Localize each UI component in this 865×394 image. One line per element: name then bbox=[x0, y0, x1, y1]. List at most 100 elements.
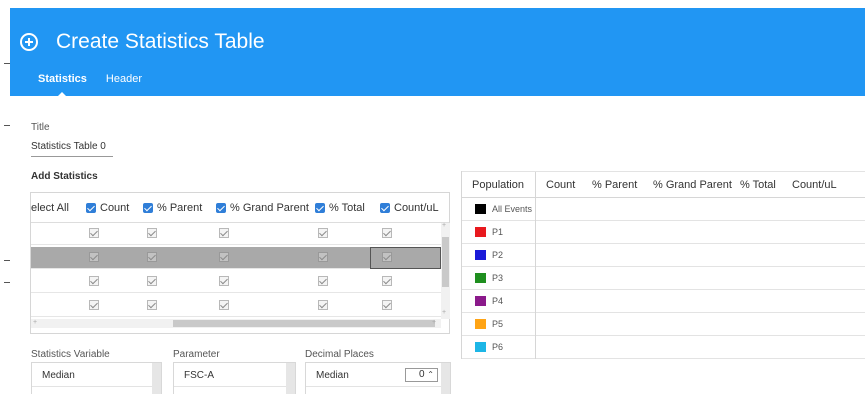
decimal-places-stepper[interactable]: 0 ⌃ bbox=[405, 368, 438, 382]
column-divider bbox=[535, 198, 536, 221]
title-input[interactable]: Statistics Table 0 bbox=[31, 141, 106, 152]
row-checkbox[interactable] bbox=[147, 228, 157, 238]
list-scrollbar[interactable] bbox=[152, 363, 161, 394]
row-checkbox[interactable] bbox=[89, 252, 99, 262]
population-color-swatch bbox=[475, 273, 486, 283]
list-item[interactable]: FSC-A bbox=[184, 370, 214, 381]
population-name: P4 bbox=[492, 296, 504, 306]
row-checkbox[interactable] bbox=[318, 300, 328, 310]
count-per-ul-column-header: Count/uL bbox=[792, 179, 837, 191]
plus-circle-icon bbox=[20, 33, 38, 51]
row-checkbox[interactable] bbox=[89, 300, 99, 310]
table-row[interactable] bbox=[31, 247, 441, 269]
scroll-right-icon[interactable]: + bbox=[432, 319, 436, 326]
row-checkbox[interactable] bbox=[219, 228, 229, 238]
column-divider bbox=[535, 336, 536, 359]
table-row: P5 bbox=[462, 313, 865, 336]
grid-header-row: elect All Count % Parent % Grand Parent … bbox=[31, 193, 449, 223]
list-scrollbar[interactable] bbox=[286, 363, 295, 394]
table-row: P6 bbox=[462, 336, 865, 359]
row-checkbox[interactable] bbox=[318, 276, 328, 286]
window-edge-mark bbox=[4, 125, 10, 126]
statistics-preview-table: Population Count % Parent % Grand Parent… bbox=[461, 171, 865, 359]
table-row: P2 bbox=[462, 244, 865, 267]
population-name: P6 bbox=[492, 342, 504, 352]
scroll-down-icon[interactable]: + bbox=[442, 309, 446, 316]
select-all-header[interactable]: elect All bbox=[31, 202, 69, 214]
stepper-arrows-icon[interactable]: ⌃ bbox=[427, 370, 434, 379]
dialog-header: Create Statistics Table Statistics Heade… bbox=[10, 8, 865, 99]
column-divider bbox=[535, 290, 536, 313]
row-checkbox[interactable] bbox=[147, 252, 157, 262]
list-item[interactable]: Median bbox=[316, 370, 349, 381]
checkbox-checked-icon bbox=[315, 203, 325, 213]
tab-bar: Statistics Header bbox=[38, 73, 161, 99]
stepper-value: 0 bbox=[418, 369, 425, 380]
percent-total-header[interactable]: % Total bbox=[315, 202, 365, 214]
list-scrollbar[interactable] bbox=[441, 363, 450, 394]
population-color-swatch bbox=[475, 342, 486, 352]
row-checkbox[interactable] bbox=[219, 252, 229, 262]
statistics-grid: elect All Count % Parent % Grand Parent … bbox=[30, 192, 450, 334]
table-row: All Events bbox=[462, 198, 865, 221]
percent-grand-parent-column-header: % Grand Parent bbox=[653, 179, 732, 191]
table-row[interactable] bbox=[31, 271, 441, 293]
row-checkbox[interactable] bbox=[382, 276, 392, 286]
focused-cell[interactable] bbox=[370, 247, 441, 269]
population-color-swatch bbox=[475, 250, 486, 260]
dialog-title: Create Statistics Table bbox=[56, 30, 265, 53]
row-checkbox[interactable] bbox=[219, 300, 229, 310]
row-checkbox[interactable] bbox=[147, 300, 157, 310]
grid-vertical-scroll-thumb[interactable] bbox=[442, 237, 449, 287]
parameter-list[interactable]: FSC-A bbox=[173, 362, 296, 394]
percent-parent-column-header: % Parent bbox=[592, 179, 638, 191]
table-header-row: Population Count % Parent % Grand Parent… bbox=[462, 171, 865, 199]
title-input-underline bbox=[31, 156, 113, 157]
population-header: Population bbox=[472, 179, 524, 191]
table-row: P4 bbox=[462, 290, 865, 313]
grid-vertical-scrollbar[interactable]: + + bbox=[441, 222, 450, 319]
percent-total-column-header: % Total bbox=[740, 179, 776, 191]
population-rows: All Events P1 P2 P3 P4 P5 P6 bbox=[462, 198, 865, 359]
population-color-swatch bbox=[475, 296, 486, 306]
table-row[interactable] bbox=[31, 223, 441, 245]
add-statistics-label: Add Statistics bbox=[31, 171, 98, 182]
row-checkbox[interactable] bbox=[382, 300, 392, 310]
window-edge-mark bbox=[4, 282, 10, 283]
list-item[interactable]: Median bbox=[42, 370, 75, 381]
row-checkbox[interactable] bbox=[318, 252, 328, 262]
population-color-swatch bbox=[475, 319, 486, 329]
column-divider bbox=[535, 267, 536, 290]
window-edge-mark bbox=[4, 260, 10, 261]
grid-horizontal-scroll-thumb[interactable] bbox=[173, 320, 435, 327]
row-checkbox[interactable] bbox=[219, 276, 229, 286]
tab-statistics[interactable]: Statistics bbox=[38, 73, 87, 99]
count-per-ul-header[interactable]: Count/uL bbox=[380, 202, 439, 214]
table-row[interactable] bbox=[31, 295, 441, 317]
scroll-up-icon[interactable]: + bbox=[442, 222, 446, 229]
checkbox-checked-icon bbox=[86, 203, 96, 213]
grid-horizontal-scrollbar[interactable]: + + bbox=[31, 319, 441, 328]
row-checkbox[interactable] bbox=[89, 228, 99, 238]
list-divider bbox=[306, 386, 443, 387]
title-label: Title bbox=[31, 122, 50, 133]
population-name: P2 bbox=[492, 250, 504, 260]
row-checkbox[interactable] bbox=[89, 276, 99, 286]
population-name: P1 bbox=[492, 227, 504, 237]
percent-parent-header[interactable]: % Parent bbox=[143, 202, 202, 214]
row-checkbox[interactable] bbox=[147, 276, 157, 286]
tab-header[interactable]: Header bbox=[106, 73, 142, 85]
row-checkbox[interactable] bbox=[382, 228, 392, 238]
checkbox-checked-icon bbox=[216, 203, 226, 213]
count-header[interactable]: Count bbox=[86, 202, 129, 214]
statistics-variable-list[interactable]: Median bbox=[31, 362, 162, 394]
column-divider bbox=[535, 313, 536, 336]
population-name: All Events bbox=[492, 204, 533, 214]
scroll-left-icon[interactable]: + bbox=[33, 319, 37, 326]
parameter-label: Parameter bbox=[173, 349, 220, 360]
column-divider bbox=[535, 221, 536, 244]
row-checkbox[interactable] bbox=[318, 228, 328, 238]
table-row: P3 bbox=[462, 267, 865, 290]
percent-grand-parent-header[interactable]: % Grand Parent bbox=[216, 202, 309, 214]
dialog-title-row: Create Statistics Table bbox=[20, 30, 265, 54]
